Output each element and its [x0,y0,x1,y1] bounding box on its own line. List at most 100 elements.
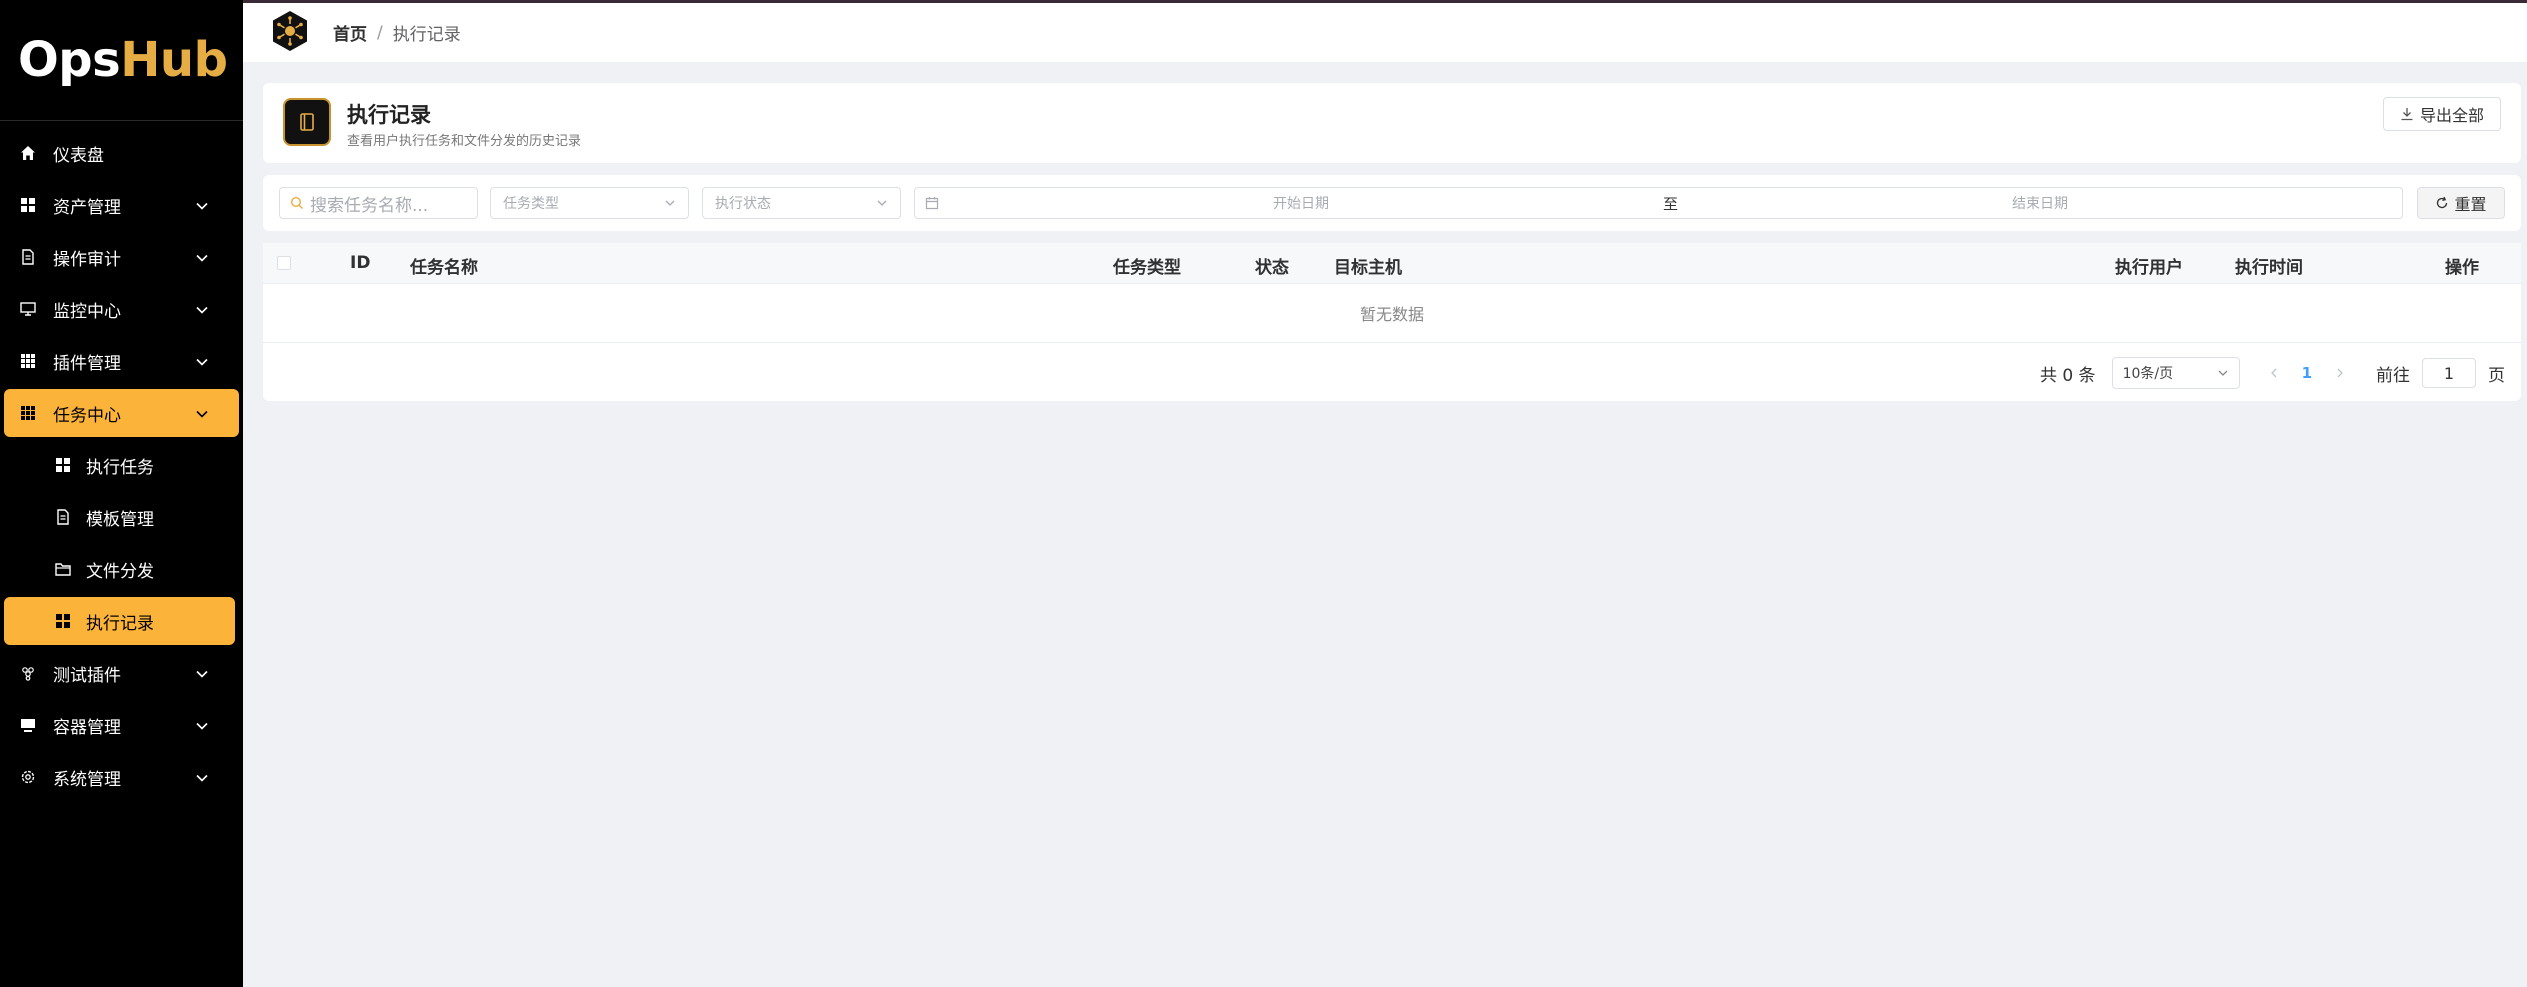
pagination: 共 0 条 10条/页 1 前往 页 [2040,357,2505,389]
chevron-down-icon [196,722,208,730]
home-icon [19,144,37,162]
book-icon [283,98,331,146]
next-page-icon[interactable] [2334,367,2346,379]
page-size-select[interactable]: 10条/页 [2111,357,2240,389]
export-all-button[interactable]: 导出全部 [2382,97,2501,131]
prev-page-icon[interactable] [2268,367,2280,379]
chevron-down-icon [196,254,208,262]
grid-icon [19,196,37,214]
pagination-total: 共 0 条 [2039,365,2096,386]
table-empty-state: 暂无数据 [263,284,2521,343]
sidebar-item-dashboard[interactable]: 仪表盘 [4,129,239,177]
sidebar-item-monitor[interactable]: 监控中心 [4,285,239,333]
sidebar-item-label: 测试插件 [53,665,121,686]
chevron-down-icon [2218,370,2228,376]
sidebar-item-test-plugin[interactable]: 测试插件 [4,649,239,697]
goto-label: 前往 [2376,365,2410,386]
column-header-target-host[interactable]: 目标主机 [1334,253,1402,278]
grid-icon [54,456,72,474]
refresh-icon [2437,196,2448,209]
table-header: ID 任务名称 任务类型 状态 目标主机 执行用户 执行时间 操作 [263,243,2521,284]
brand-hexagon-icon[interactable] [271,10,309,56]
filter-bar: 搜索任务名称... 任务类型 执行状态 开始日期 至 结束日期 重置 [263,175,2521,231]
exec-status-select[interactable]: 执行状态 [702,187,901,219]
search-input[interactable]: 搜索任务名称... [279,187,478,219]
date-range-picker[interactable]: 开始日期 至 结束日期 [914,187,2403,219]
download-icon [2401,108,2413,121]
sidebar-subitem-label: 执行记录 [86,613,154,634]
chevron-down-icon [196,774,208,782]
apps-icon [19,352,37,370]
top-bar: 首页 / 执行记录 [243,0,2527,62]
end-date-input[interactable]: 结束日期 [1678,193,2402,213]
column-header-actions: 操作 [2445,258,2479,278]
document-icon [19,248,37,266]
task-type-placeholder: 任务类型 [503,196,559,212]
grid-icon [54,612,72,630]
grape-icon [19,664,37,682]
page-suffix: 页 [2488,365,2505,386]
page-jumper: 前往 页 [2376,358,2505,388]
monitor-icon [19,300,37,318]
page-title: 执行记录 [347,103,431,127]
sidebar-item-label: 插件管理 [53,353,121,374]
page-header-card: 执行记录 查看用户执行任务和文件分发的历史记录 导出全部 [263,83,2521,163]
sidebar-item-label: 监控中心 [53,301,121,322]
column-header-exec-time[interactable]: 执行时间 [2235,253,2303,278]
sidebar-item-system[interactable]: 系统管理 [4,753,239,801]
sidebar-item-label: 仪表盘 [53,145,104,166]
page-number-1[interactable]: 1 [2302,364,2312,382]
sidebar-item-audit[interactable]: 操作审计 [4,233,239,281]
search-placeholder: 搜索任务名称... [310,195,429,216]
sidebar-item-containers[interactable]: 容器管理 [4,701,239,749]
sidebar-item-assets[interactable]: 资产管理 [4,181,239,229]
gear-icon [19,768,37,786]
sidebar-item-label: 操作审计 [53,249,121,270]
calendar-icon [925,197,939,210]
sidebar-item-label: 资产管理 [53,197,121,218]
sidebar-item-plugins[interactable]: 插件管理 [4,337,239,385]
chevron-down-icon [196,358,208,366]
column-header-status[interactable]: 状态 [1255,253,1289,278]
logo-text-hub: Hub [120,32,228,88]
computer-icon [19,716,37,734]
chevron-down-icon [196,202,208,210]
task-type-select[interactable]: 任务类型 [490,187,689,219]
sidebar: Ops Hub 仪表盘 资产管理 操作审计 监控中心 插件管理 任务中心 执行任… [0,0,243,987]
sidebar-subitem-label: 模板管理 [86,509,154,530]
logo-text-ops: Ops [18,32,121,88]
chevron-down-icon [877,200,887,206]
app-logo[interactable]: Ops Hub [0,0,243,121]
column-header-task-type[interactable]: 任务类型 [1113,253,1181,278]
select-all-checkbox[interactable] [277,256,291,270]
column-header-task-name[interactable]: 任务名称 [410,253,478,278]
folder-icon [54,560,72,578]
sidebar-subitem-templates[interactable]: 模板管理 [4,493,235,541]
sidebar-subitem-execution-records[interactable]: 执行记录 [4,597,235,645]
chevron-down-icon [196,410,208,418]
sidebar-subitem-file-distribution[interactable]: 文件分发 [4,545,235,593]
chevron-down-icon [196,670,208,678]
breadcrumb-home[interactable]: 首页 [333,20,367,45]
exec-status-placeholder: 执行状态 [715,196,771,212]
breadcrumb: 首页 / 执行记录 [333,20,461,46]
apps-icon [19,404,37,422]
chevron-down-icon [196,306,208,314]
sidebar-subitem-label: 执行任务 [86,457,154,478]
breadcrumb-current: 执行记录 [392,25,461,45]
page-size-value: 10条/页 [2122,366,2174,382]
sidebar-item-task-center[interactable]: 任务中心 [4,389,239,437]
date-range-separator: 至 [1663,194,1679,213]
sidebar-subitem-execute-task[interactable]: 执行任务 [4,441,235,489]
reset-button[interactable]: 重置 [2417,187,2505,219]
sidebar-item-label: 任务中心 [53,405,121,426]
start-date-input[interactable]: 开始日期 [939,193,1663,213]
export-all-label: 导出全部 [2419,106,2484,125]
page-subtitle: 查看用户执行任务和文件分发的历史记录 [347,134,582,149]
column-header-id[interactable]: ID [350,253,370,273]
records-table-card: ID 任务名称 任务类型 状态 目标主机 执行用户 执行时间 操作 暂无数据 共… [263,243,2521,401]
search-icon [290,196,303,209]
column-header-exec-user[interactable]: 执行用户 [2115,253,2183,278]
breadcrumb-separator: / [377,22,383,43]
goto-page-input[interactable] [2422,358,2476,388]
